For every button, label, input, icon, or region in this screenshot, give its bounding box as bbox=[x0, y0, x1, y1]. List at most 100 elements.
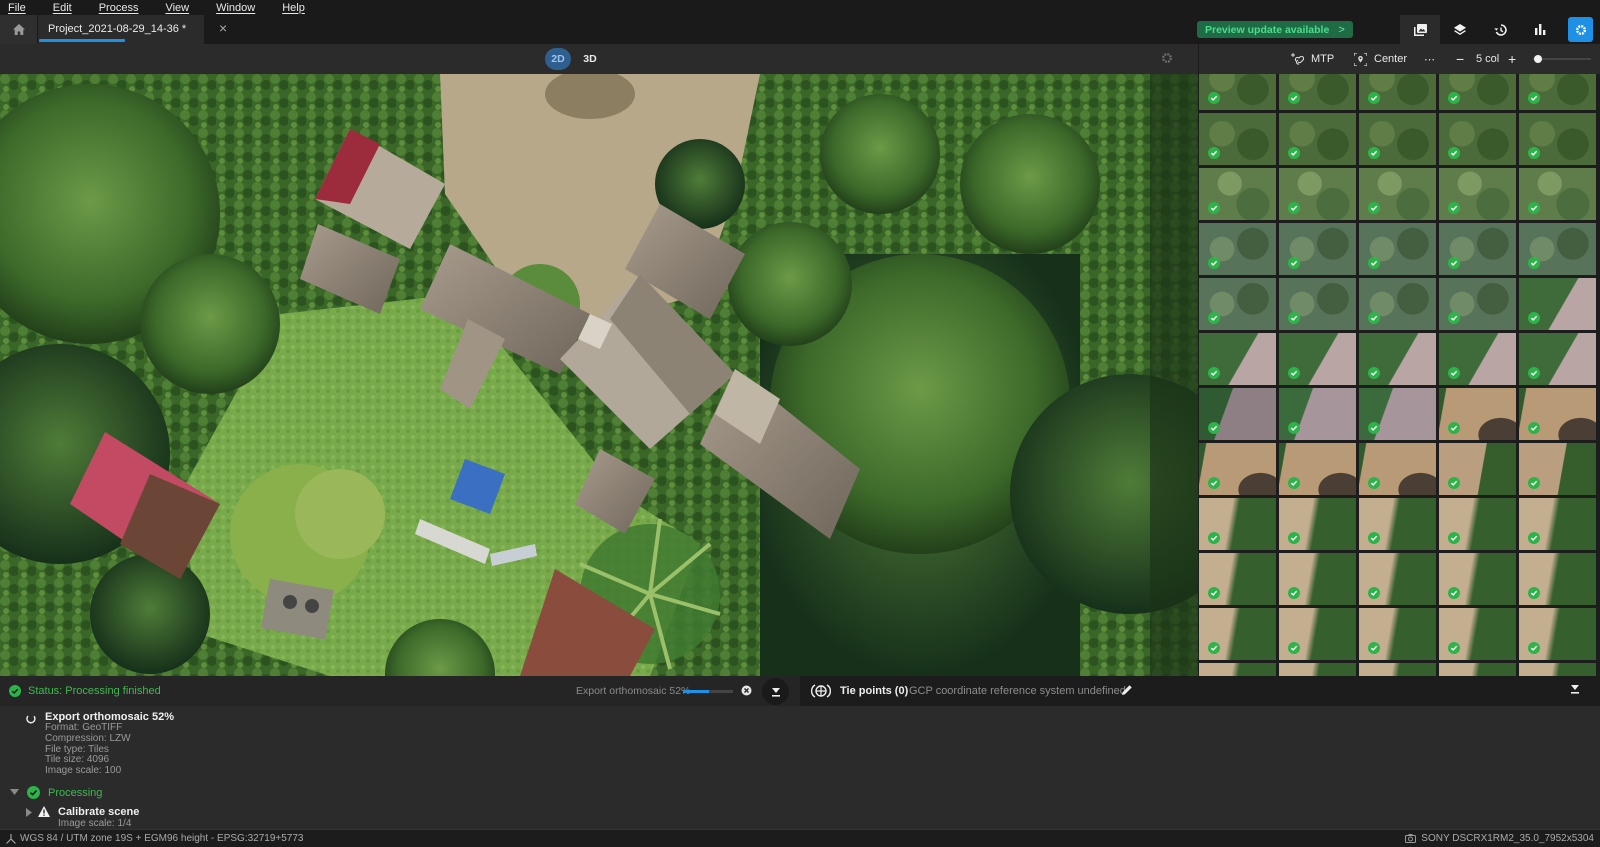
image-thumbnail[interactable] bbox=[1359, 74, 1436, 110]
image-thumbnail[interactable] bbox=[1439, 443, 1516, 495]
check-icon bbox=[1528, 477, 1540, 489]
image-thumbnail[interactable] bbox=[1359, 333, 1436, 385]
menu-view[interactable]: View bbox=[157, 2, 189, 14]
pencil-icon[interactable] bbox=[1121, 684, 1133, 696]
images-panel-button[interactable] bbox=[1400, 15, 1440, 44]
image-thumbnail[interactable] bbox=[1519, 388, 1596, 440]
collapse-down-icon[interactable] bbox=[1570, 684, 1580, 694]
image-thumbnail[interactable] bbox=[1359, 278, 1436, 330]
check-icon bbox=[1288, 202, 1300, 214]
image-thumbnail[interactable] bbox=[1359, 168, 1436, 220]
menu-window[interactable]: Window bbox=[208, 2, 255, 14]
image-thumbnail[interactable] bbox=[1359, 608, 1436, 660]
image-thumbnail[interactable] bbox=[1279, 223, 1356, 275]
image-thumbnail[interactable] bbox=[1359, 388, 1436, 440]
image-thumbnail[interactable] bbox=[1519, 223, 1596, 275]
coordinate-system[interactable]: WGS 84 / UTM zone 19S + EGM96 height - E… bbox=[6, 833, 304, 844]
tie-points-label[interactable]: Tie points (0) bbox=[840, 685, 908, 697]
image-thumbnail[interactable] bbox=[1199, 663, 1276, 676]
image-thumbnail[interactable] bbox=[1359, 223, 1436, 275]
image-thumbnail[interactable] bbox=[1199, 388, 1276, 440]
history-panel-button[interactable] bbox=[1480, 15, 1520, 44]
image-thumbnail[interactable] bbox=[1279, 113, 1356, 165]
image-thumbnail[interactable] bbox=[1439, 608, 1516, 660]
slider-handle[interactable] bbox=[1533, 55, 1542, 63]
image-thumbnail[interactable] bbox=[1519, 168, 1596, 220]
image-thumbnail[interactable] bbox=[1359, 113, 1436, 165]
layers-panel-button[interactable] bbox=[1440, 15, 1480, 44]
image-thumbnail[interactable] bbox=[1359, 498, 1436, 550]
cancel-export-icon[interactable] bbox=[741, 685, 752, 696]
image-thumbnail[interactable] bbox=[1279, 333, 1356, 385]
image-thumbnail[interactable] bbox=[1199, 553, 1276, 605]
image-thumbnail[interactable] bbox=[1439, 388, 1516, 440]
image-thumbnail[interactable] bbox=[1199, 223, 1276, 275]
image-thumbnail[interactable] bbox=[1439, 74, 1516, 110]
image-thumbnail-grid[interactable] bbox=[1198, 74, 1600, 676]
image-thumbnail[interactable] bbox=[1439, 498, 1516, 550]
check-icon bbox=[1208, 147, 1220, 159]
image-thumbnail[interactable] bbox=[1279, 388, 1356, 440]
image-thumbnail[interactable] bbox=[1279, 278, 1356, 330]
image-thumbnail[interactable] bbox=[1199, 498, 1276, 550]
image-thumbnail[interactable] bbox=[1439, 663, 1516, 676]
image-thumbnail[interactable] bbox=[1519, 443, 1596, 495]
mtp-button[interactable]: MTP bbox=[1291, 44, 1334, 74]
image-thumbnail[interactable] bbox=[1439, 553, 1516, 605]
menu-process[interactable]: Process bbox=[91, 2, 139, 14]
image-thumbnail[interactable] bbox=[1519, 278, 1596, 330]
home-button[interactable] bbox=[0, 15, 37, 44]
image-thumbnail[interactable] bbox=[1199, 74, 1276, 110]
menu-help[interactable]: Help bbox=[274, 2, 305, 14]
image-thumbnail[interactable] bbox=[1519, 608, 1596, 660]
view-3d-button[interactable]: 3D bbox=[578, 48, 602, 70]
image-thumbnail[interactable] bbox=[1359, 663, 1436, 676]
image-thumbnail[interactable] bbox=[1439, 113, 1516, 165]
more-options-button[interactable]: ⋯ bbox=[1424, 44, 1435, 74]
image-thumbnail[interactable] bbox=[1279, 663, 1356, 676]
tab-project[interactable]: Project_2021-08-29_14-36 * × bbox=[38, 15, 227, 44]
image-thumbnail[interactable] bbox=[1199, 333, 1276, 385]
image-thumbnail[interactable] bbox=[1279, 74, 1356, 110]
gear-icon[interactable] bbox=[1161, 52, 1173, 64]
collapse-status-button[interactable] bbox=[762, 678, 789, 705]
image-thumbnail[interactable] bbox=[1199, 443, 1276, 495]
image-thumbnail[interactable] bbox=[1199, 113, 1276, 165]
image-thumbnail[interactable] bbox=[1519, 113, 1596, 165]
image-thumbnail[interactable] bbox=[1439, 333, 1516, 385]
center-button[interactable]: Center bbox=[1354, 44, 1407, 74]
export-progress-fill bbox=[683, 690, 709, 693]
image-thumbnail[interactable] bbox=[1519, 663, 1596, 676]
menu-edit[interactable]: Edit bbox=[45, 2, 72, 14]
image-thumbnail[interactable] bbox=[1279, 443, 1356, 495]
image-thumbnail[interactable] bbox=[1439, 168, 1516, 220]
image-thumbnail[interactable] bbox=[1359, 443, 1436, 495]
image-thumbnail[interactable] bbox=[1359, 553, 1436, 605]
panel-divider[interactable] bbox=[1198, 44, 1199, 74]
preview-update-button[interactable]: Preview update available > bbox=[1197, 21, 1353, 38]
image-thumbnail[interactable] bbox=[1519, 553, 1596, 605]
decrease-columns-button[interactable]: − bbox=[1456, 44, 1464, 74]
image-thumbnail[interactable] bbox=[1519, 74, 1596, 110]
image-thumbnail[interactable] bbox=[1199, 608, 1276, 660]
image-thumbnail[interactable] bbox=[1279, 498, 1356, 550]
image-thumbnail[interactable] bbox=[1439, 223, 1516, 275]
menu-file[interactable]: File bbox=[0, 2, 26, 14]
close-icon[interactable]: × bbox=[219, 21, 227, 35]
image-thumbnail[interactable] bbox=[1279, 168, 1356, 220]
image-thumbnail[interactable] bbox=[1279, 553, 1356, 605]
image-thumbnail[interactable] bbox=[1519, 498, 1596, 550]
image-thumbnail[interactable] bbox=[1279, 608, 1356, 660]
image-thumbnail[interactable] bbox=[1439, 278, 1516, 330]
check-icon bbox=[1528, 587, 1540, 599]
image-thumbnail[interactable] bbox=[1519, 333, 1596, 385]
view-2d-button[interactable]: 2D bbox=[545, 48, 571, 70]
increase-columns-button[interactable]: + bbox=[1508, 44, 1516, 74]
image-thumbnail[interactable] bbox=[1199, 278, 1276, 330]
statistics-panel-button[interactable] bbox=[1520, 15, 1560, 44]
orthomosaic-map-view[interactable] bbox=[0, 74, 1198, 676]
processing-group[interactable]: Processing bbox=[10, 786, 102, 799]
image-thumbnail[interactable] bbox=[1199, 168, 1276, 220]
thumbnail-size-slider[interactable] bbox=[1533, 55, 1591, 63]
settings-panel-button[interactable] bbox=[1568, 17, 1593, 42]
